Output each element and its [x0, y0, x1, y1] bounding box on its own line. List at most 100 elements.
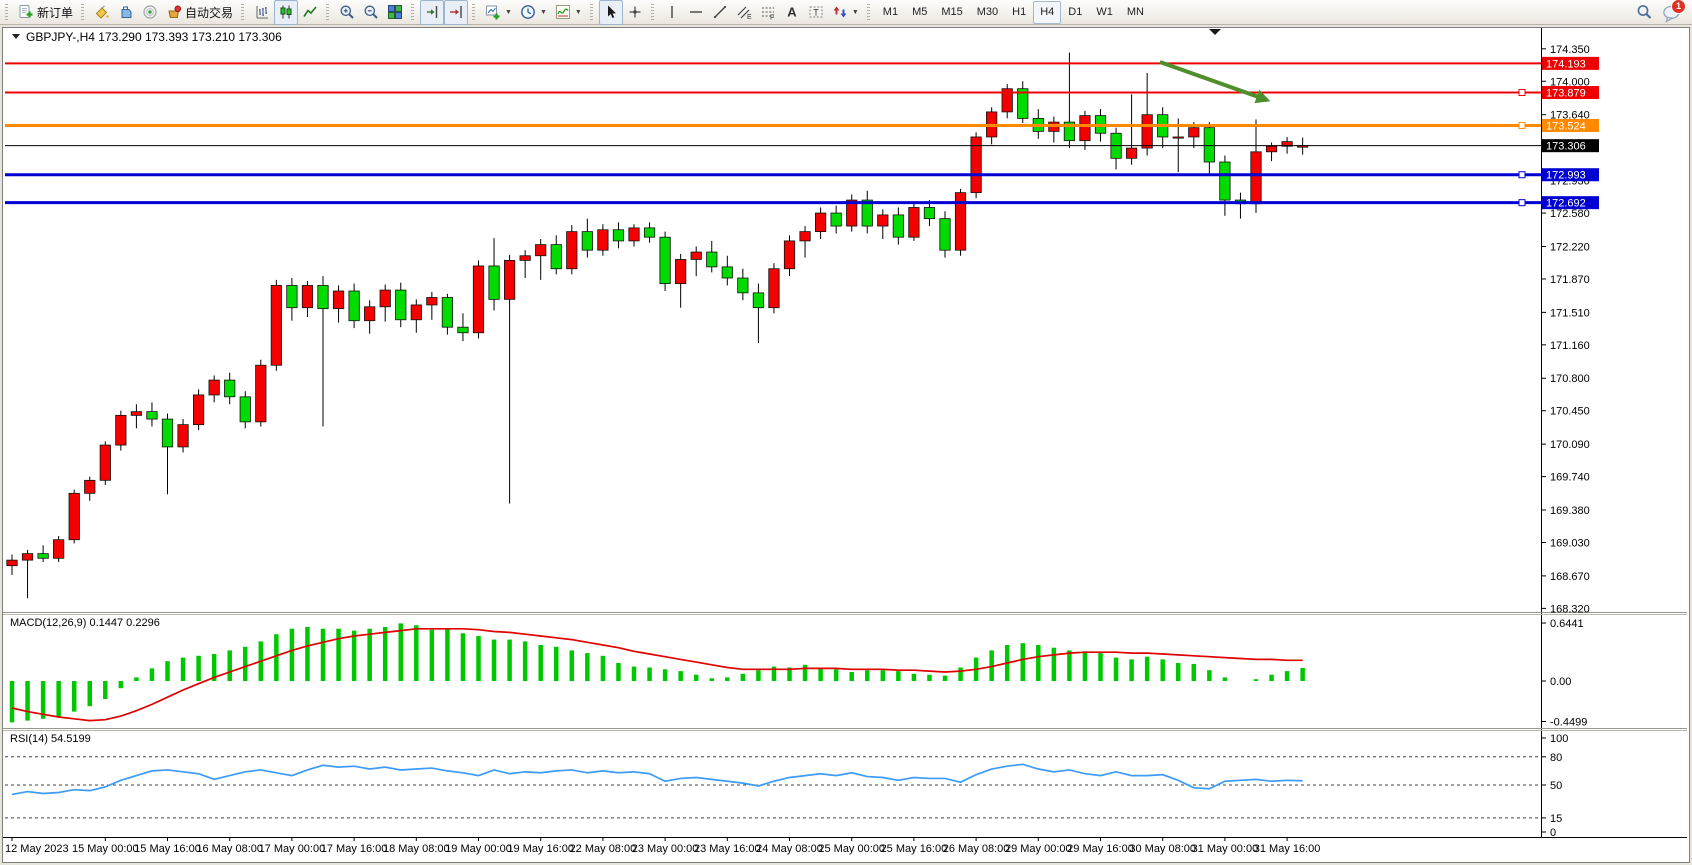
fibonacci-button[interactable]: F: [756, 0, 780, 25]
text-label-button[interactable]: T: [804, 0, 828, 25]
timeframe-h1-button[interactable]: H1: [1005, 1, 1033, 24]
price-badge-172.692-text: 172.692: [1546, 198, 1586, 210]
publisher-button[interactable]: [114, 0, 138, 25]
timeframe-w1-button[interactable]: W1: [1089, 1, 1120, 24]
trend-arrow-annotation[interactable]: [1160, 62, 1267, 100]
equidistant-channel-button[interactable]: E: [732, 0, 756, 25]
bar-chart-button[interactable]: [250, 0, 274, 25]
horizontal-line-button[interactable]: [684, 0, 708, 25]
bar-chart-icon: [254, 4, 270, 20]
time-tick-label: 25 May 00:00: [818, 843, 885, 855]
candle-body: [473, 266, 483, 333]
line-handle[interactable]: [1519, 172, 1525, 178]
macd-axis-label: 0.00: [1550, 676, 1571, 688]
price-tick-label: 171.160: [1550, 340, 1590, 352]
price-tick-label: 169.380: [1550, 505, 1590, 517]
candle-body: [567, 232, 577, 269]
candle-body: [644, 228, 654, 237]
chart-shift-button[interactable]: [420, 0, 444, 25]
candle-body: [893, 215, 903, 237]
timeframe-m5-button[interactable]: M5: [905, 1, 934, 24]
candle-body: [7, 560, 17, 566]
trendline-button[interactable]: [708, 0, 732, 25]
candle-body: [707, 252, 717, 267]
price-badge-173.524-text: 173.524: [1546, 120, 1586, 132]
candle-body: [598, 230, 608, 250]
auto-scroll-icon: [448, 4, 464, 20]
timeframe-h4-button[interactable]: H4: [1033, 1, 1061, 24]
indicators-button[interactable]: ▼: [551, 0, 586, 25]
symbol-dropdown-icon[interactable]: [12, 34, 20, 39]
periods-button[interactable]: ▼: [516, 0, 551, 25]
candle-body: [738, 278, 748, 293]
zoom-in-button[interactable]: [335, 0, 359, 25]
candle-body: [1126, 148, 1136, 158]
candle-body: [629, 228, 639, 241]
candle-body: [1142, 115, 1152, 148]
line-chart-button[interactable]: [298, 0, 322, 25]
chart-canvas[interactable]: 174.350174.000173.640173.290172.930172.5…: [3, 28, 1687, 861]
timeframe-mn-button[interactable]: MN: [1120, 1, 1151, 24]
price-tick-label: 174.350: [1550, 44, 1590, 56]
new-order-button-label: 新订单: [37, 4, 73, 21]
timeframe-m1-button[interactable]: M1: [876, 1, 905, 24]
arrows-button[interactable]: ▼: [828, 0, 863, 25]
price-tick-label: 170.450: [1550, 406, 1590, 418]
search-button[interactable]: [1632, 0, 1656, 25]
auto-scroll-button[interactable]: [444, 0, 468, 25]
autotrading-icon: [166, 4, 182, 20]
candle-body: [147, 412, 157, 419]
broadcast-icon: [142, 4, 158, 20]
toolbar-group-grip: [326, 4, 329, 20]
chevron-down-icon[interactable]: ▼: [852, 9, 859, 16]
toolbar-group-services: 自动交易: [87, 0, 240, 24]
price-tick-label: 171.510: [1550, 307, 1590, 319]
price-tick-label: 172.220: [1550, 241, 1590, 253]
timeframe-m15-button[interactable]: M15: [934, 1, 969, 24]
chat-button[interactable]: 1: [1662, 3, 1682, 21]
macd-signal-line: [12, 629, 1303, 721]
time-tick-label: 31 May 00:00: [1192, 843, 1259, 855]
zoom-out-button[interactable]: [359, 0, 383, 25]
line-handle[interactable]: [1519, 90, 1525, 96]
styler-button[interactable]: [90, 0, 114, 25]
chart-shift-marker[interactable]: [1209, 29, 1221, 35]
line-chart-icon: [302, 4, 318, 20]
candle-body: [22, 554, 32, 560]
chevron-down-icon[interactable]: ▼: [575, 9, 582, 16]
chevron-down-icon[interactable]: ▼: [505, 9, 512, 16]
text-button[interactable]: A: [780, 0, 804, 25]
new-chart-button[interactable]: ▼: [481, 0, 516, 25]
candle-body: [536, 245, 546, 256]
time-tick-label: 16 May 08:00: [196, 843, 263, 855]
candlestick-button[interactable]: [274, 0, 298, 25]
time-tick-label: 17 May 00:00: [259, 843, 326, 855]
autotrading-button[interactable]: 自动交易: [162, 0, 237, 25]
fibonacci-icon: F: [760, 4, 776, 20]
search-icon: [1636, 4, 1652, 20]
time-tick-label: 29 May 16:00: [1067, 843, 1134, 855]
macd-axis-label: 0.6441: [1550, 618, 1584, 630]
line-handle[interactable]: [1519, 200, 1525, 206]
vertical-line-button[interactable]: [660, 0, 684, 25]
cursor-button[interactable]: [599, 0, 623, 25]
pitcher-icon: [118, 4, 134, 20]
candle-body: [878, 215, 888, 226]
chevron-down-icon[interactable]: ▼: [540, 9, 547, 16]
candle-body: [364, 307, 374, 321]
crosshair-button[interactable]: [623, 0, 647, 25]
rsi-axis-label: 80: [1550, 752, 1562, 764]
timeframe-d1-button[interactable]: D1: [1061, 1, 1089, 24]
new-order-button[interactable]: 新订单: [14, 0, 77, 25]
trendline-icon: [712, 4, 728, 20]
broadcast-button[interactable]: [138, 0, 162, 25]
price-tick-label: 170.090: [1550, 439, 1590, 451]
toolbar-group-grip: [5, 4, 8, 20]
candle-body: [613, 230, 623, 241]
timeframe-m30-button[interactable]: M30: [970, 1, 1005, 24]
chart-title: GBPJPY-,H4 173.290 173.393 173.210 173.3…: [26, 30, 282, 44]
candle-body: [38, 554, 48, 559]
toolbar-group-grip: [411, 4, 414, 20]
line-handle[interactable]: [1519, 122, 1525, 128]
tile-windows-button[interactable]: [383, 0, 407, 25]
